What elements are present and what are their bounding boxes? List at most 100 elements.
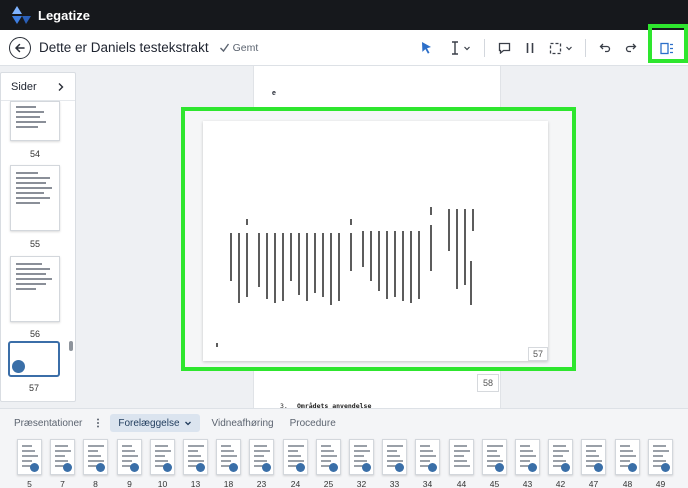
strip-page-thumbnail[interactable] [615, 439, 640, 475]
selected-page-thumbnail[interactable] [8, 341, 60, 377]
saved-status: Gemt [219, 41, 259, 54]
tab-procedure[interactable]: Procedure [282, 409, 344, 437]
page-number: 55 [29, 239, 40, 249]
tab-label: Procedure [289, 417, 336, 429]
sidebar-header[interactable]: Sider [1, 73, 75, 101]
more-options-button[interactable] [90, 409, 106, 437]
strip-page-number: 34 [422, 479, 433, 488]
page-thumbnail[interactable] [10, 101, 60, 141]
document-toolbar: Dette er Daniels testekstrakt Gemt [0, 30, 688, 66]
redo-icon [625, 43, 637, 53]
tab-presentations[interactable]: Præsentationer [0, 409, 90, 437]
link-badge-icon [661, 463, 670, 472]
strip-page-number: 5 [27, 479, 32, 488]
link-badge-icon [130, 463, 139, 472]
strip-page-number: 47 [588, 479, 599, 488]
strip-page-thumbnail[interactable] [249, 439, 274, 475]
strip-page-thumbnail[interactable] [449, 439, 474, 475]
strip-page-thumbnail[interactable] [150, 439, 175, 475]
link-badge-icon [96, 463, 105, 472]
link-badge-icon [561, 463, 570, 472]
strip-page-thumbnail[interactable] [648, 439, 673, 475]
link-badge-icon [628, 463, 637, 472]
more-vertical-icon [97, 418, 100, 428]
page-thumbnail[interactable] [10, 256, 60, 322]
strip-page-number: 7 [60, 479, 65, 488]
comment-tool-button[interactable] [493, 30, 515, 66]
pause-columns-icon [526, 43, 534, 53]
strip-page-thumbnail[interactable] [316, 439, 341, 475]
chevron-right-icon [58, 82, 64, 91]
tab-label: Forelæggelse [118, 417, 180, 429]
strip-page-thumbnail[interactable] [415, 439, 440, 475]
strip-page-number: 25 [323, 479, 334, 488]
pointer-tool-button[interactable] [414, 30, 438, 66]
link-badge-icon [196, 463, 205, 472]
link-badge-icon [362, 463, 371, 472]
strip-page-thumbnail[interactable] [183, 439, 208, 475]
strip-page-thumbnail[interactable] [581, 439, 606, 475]
strip-page-number: 8 [93, 479, 98, 488]
page-text-fragment: e [272, 90, 276, 97]
cursor-arrow-icon [421, 42, 431, 54]
strip-page-thumbnail[interactable] [482, 439, 507, 475]
strip-page-thumbnail[interactable] [382, 439, 407, 475]
strip-page-thumbnail[interactable] [83, 439, 108, 475]
strip-page-number: 23 [256, 479, 267, 488]
saved-label: Gemt [232, 41, 259, 54]
strip-page-number: 45 [489, 479, 500, 488]
rotated-page-text [216, 207, 474, 347]
link-badge-icon [12, 360, 25, 373]
link-badge-icon [163, 463, 172, 472]
page-thumbnail[interactable] [10, 165, 60, 231]
next-page-number-label: 58 [477, 374, 499, 392]
undo-button[interactable] [594, 30, 616, 66]
text-cursor-icon [451, 41, 458, 55]
sidebar-title: Sider [11, 80, 37, 93]
document-page-57[interactable]: 57 [203, 121, 548, 361]
toolbar-divider [585, 39, 586, 57]
app-header: Legatize [0, 0, 688, 30]
strip-page-thumbnail[interactable] [283, 439, 308, 475]
strip-page-number: 42 [555, 479, 566, 488]
strip-page-thumbnail[interactable] [50, 439, 75, 475]
strip-page-thumbnail[interactable] [117, 439, 142, 475]
back-button[interactable] [9, 36, 31, 59]
chevron-down-icon [463, 46, 470, 51]
area-select-tool-button[interactable] [545, 30, 577, 66]
presentation-tabs: Præsentationer Forelæggelse Vidneafhørin… [0, 409, 344, 437]
arrow-left-icon [14, 43, 25, 52]
strip-page-thumbnail[interactable] [216, 439, 241, 475]
tab-label: Præsentationer [14, 417, 83, 429]
columns-tool-button[interactable] [519, 30, 541, 66]
strip-page-number: 32 [356, 479, 367, 488]
strip-page-thumbnail[interactable] [548, 439, 573, 475]
strip-page-number: 24 [290, 479, 301, 488]
page-number: 57 [28, 383, 39, 393]
panel-toggle-highlight [648, 24, 688, 63]
page-number: 56 [29, 329, 40, 339]
link-badge-icon [528, 463, 537, 472]
presentation-strip: Præsentationer Forelæggelse Vidneafhørin… [0, 408, 688, 488]
strip-page-number: 13 [190, 479, 201, 488]
strip-page-number: 49 [655, 479, 666, 488]
link-badge-icon [229, 463, 238, 472]
tab-vidneafhoering[interactable]: Vidneafhøring [204, 409, 282, 437]
strip-page-number: 44 [456, 479, 467, 488]
link-badge-icon [395, 463, 404, 472]
text-select-tool-button[interactable] [444, 30, 476, 66]
link-badge-icon [30, 463, 39, 472]
strip-page-thumbnail[interactable] [17, 439, 42, 475]
page-number-label: 57 [528, 347, 548, 361]
chevron-down-icon [184, 421, 191, 426]
page-number: 54 [29, 149, 40, 159]
tab-forelaeggelse[interactable]: Forelæggelse [110, 414, 200, 432]
check-icon [219, 43, 229, 53]
strip-page-thumbnail[interactable] [349, 439, 374, 475]
sidebar-scrollbar[interactable] [69, 341, 73, 351]
strip-page-number: 18 [223, 479, 234, 488]
redo-button[interactable] [620, 30, 642, 66]
strip-page-thumbnail[interactable] [515, 439, 540, 475]
comment-icon [498, 42, 510, 54]
link-badge-icon [329, 463, 338, 472]
